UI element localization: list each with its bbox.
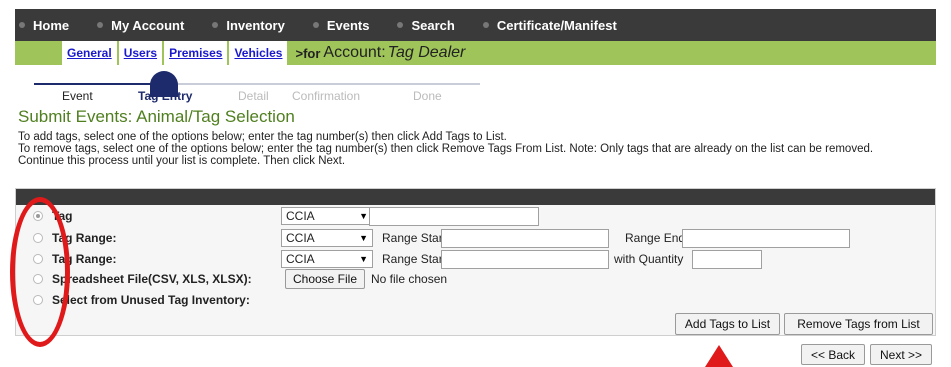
panel-header xyxy=(16,189,935,205)
next-button[interactable]: Next >> xyxy=(870,344,932,365)
subnav-premises-link[interactable]: Premises xyxy=(164,41,230,65)
subnav-general-link[interactable]: General xyxy=(62,41,119,65)
option-row-tag-range: Tag Range: CCIA ▼ Range Start Range End xyxy=(16,228,935,248)
range-start-label: Range Start xyxy=(382,231,447,245)
page-title: Submit Events: Animal/Tag Selection xyxy=(18,107,295,126)
step-confirmation: Confirmation xyxy=(292,89,361,103)
annotation-arrow-icon xyxy=(705,345,733,367)
step-detail: Detail xyxy=(238,89,269,103)
subnav-users-link[interactable]: Users xyxy=(118,41,165,65)
tag-range-type-select[interactable]: CCIA ▼ xyxy=(281,229,373,247)
dropdown-arrow-icon: ▼ xyxy=(359,211,368,221)
quantity-range-start-input[interactable] xyxy=(441,249,609,269)
top-navigation: Home My Account Inventory Events Search … xyxy=(15,9,936,41)
nav-home[interactable]: Home xyxy=(19,18,69,33)
nav-inventory-label: Inventory xyxy=(226,17,285,33)
step-track xyxy=(34,83,480,85)
option-spreadsheet-label: Spreadsheet File(CSV, XLS, XLSX): xyxy=(52,272,252,286)
dropdown-arrow-icon: ▼ xyxy=(359,254,368,264)
quantity-range-start-label: Range Start xyxy=(382,252,447,266)
quantity-input[interactable] xyxy=(692,249,762,269)
account-name: Tag Dealer xyxy=(387,44,466,61)
option-unused-inventory-label: Select from Unused Tag Inventory: xyxy=(52,293,250,307)
nav-events-label: Events xyxy=(326,17,370,33)
account-indicator: >for Account: Tag Dealer xyxy=(289,41,466,65)
nav-my-account[interactable]: My Account xyxy=(97,18,184,33)
option-row-tag: Tag CCIA ▼ xyxy=(16,206,935,226)
instruction-continue: Continue this process until your list is… xyxy=(18,155,346,167)
option-row-spreadsheet: Spreadsheet File(CSV, XLS, XLSX): Choose… xyxy=(16,269,935,289)
back-button[interactable]: << Back xyxy=(801,344,865,365)
step-event: Event xyxy=(62,89,93,103)
account-label: Account: xyxy=(323,44,386,61)
nav-events[interactable]: Events xyxy=(312,17,370,33)
file-status-text: No file chosen xyxy=(371,272,448,286)
bullet-icon xyxy=(482,22,489,28)
tag-quantity-type-select-value: CCIA xyxy=(286,252,315,266)
instructions: To add tags, select one of the options b… xyxy=(18,131,938,167)
remove-tags-button[interactable]: Remove Tags from List xyxy=(784,313,933,335)
choose-file-button[interactable]: Choose File xyxy=(285,269,365,289)
annotation-ellipse xyxy=(10,197,70,347)
nav-search[interactable]: Search xyxy=(397,17,455,33)
instruction-remove: To remove tags, select one of the option… xyxy=(18,143,874,155)
tag-type-select-value: CCIA xyxy=(286,209,315,223)
tag-selection-panel: Tag CCIA ▼ Tag Range: CCIA ▼ Range Start… xyxy=(15,188,936,336)
nav-inventory[interactable]: Inventory xyxy=(212,18,285,33)
add-tags-button[interactable]: Add Tags to List xyxy=(675,313,780,335)
sub-navigation: General Users Premises Vehicles >for Acc… xyxy=(15,41,936,65)
bullet-icon xyxy=(97,22,104,28)
step-indicator: Event Tag Entry Detail Confirmation Done xyxy=(30,70,480,103)
bullet-icon xyxy=(212,22,219,28)
nav-home-label: Home xyxy=(33,17,70,33)
nav-certificate-manifest-label: Certificate/Manifest xyxy=(496,17,617,33)
range-end-input[interactable] xyxy=(682,228,850,248)
step-done: Done xyxy=(413,89,442,103)
account-for-label: >for xyxy=(295,45,321,61)
option-row-tag-quantity: Tag Range: CCIA ▼ Range Start with Quant… xyxy=(16,249,935,269)
subnav-spacer xyxy=(15,41,62,65)
range-start-input[interactable] xyxy=(441,228,609,248)
tag-range-type-select-value: CCIA xyxy=(286,231,315,245)
nav-my-account-label: My Account xyxy=(111,17,185,33)
subnav-vehicles-link[interactable]: Vehicles xyxy=(229,41,290,65)
tag-quantity-type-select[interactable]: CCIA ▼ xyxy=(281,250,373,268)
dropdown-arrow-icon: ▼ xyxy=(359,233,368,243)
bullet-icon xyxy=(312,22,319,28)
step-tag-entry: Tag Entry xyxy=(138,89,193,103)
tag-number-input[interactable] xyxy=(369,206,539,226)
bullet-icon xyxy=(397,22,404,28)
option-row-unused-inventory: Select from Unused Tag Inventory: xyxy=(16,290,935,310)
tag-type-select[interactable]: CCIA ▼ xyxy=(281,207,373,225)
bullet-icon xyxy=(19,22,25,28)
range-end-label: Range End xyxy=(625,231,686,245)
with-quantity-label: with Quantity xyxy=(614,252,684,266)
nav-certificate-manifest[interactable]: Certificate/Manifest xyxy=(482,17,617,33)
instruction-add: To add tags, select one of the options b… xyxy=(18,131,507,143)
nav-search-label: Search xyxy=(411,17,455,33)
